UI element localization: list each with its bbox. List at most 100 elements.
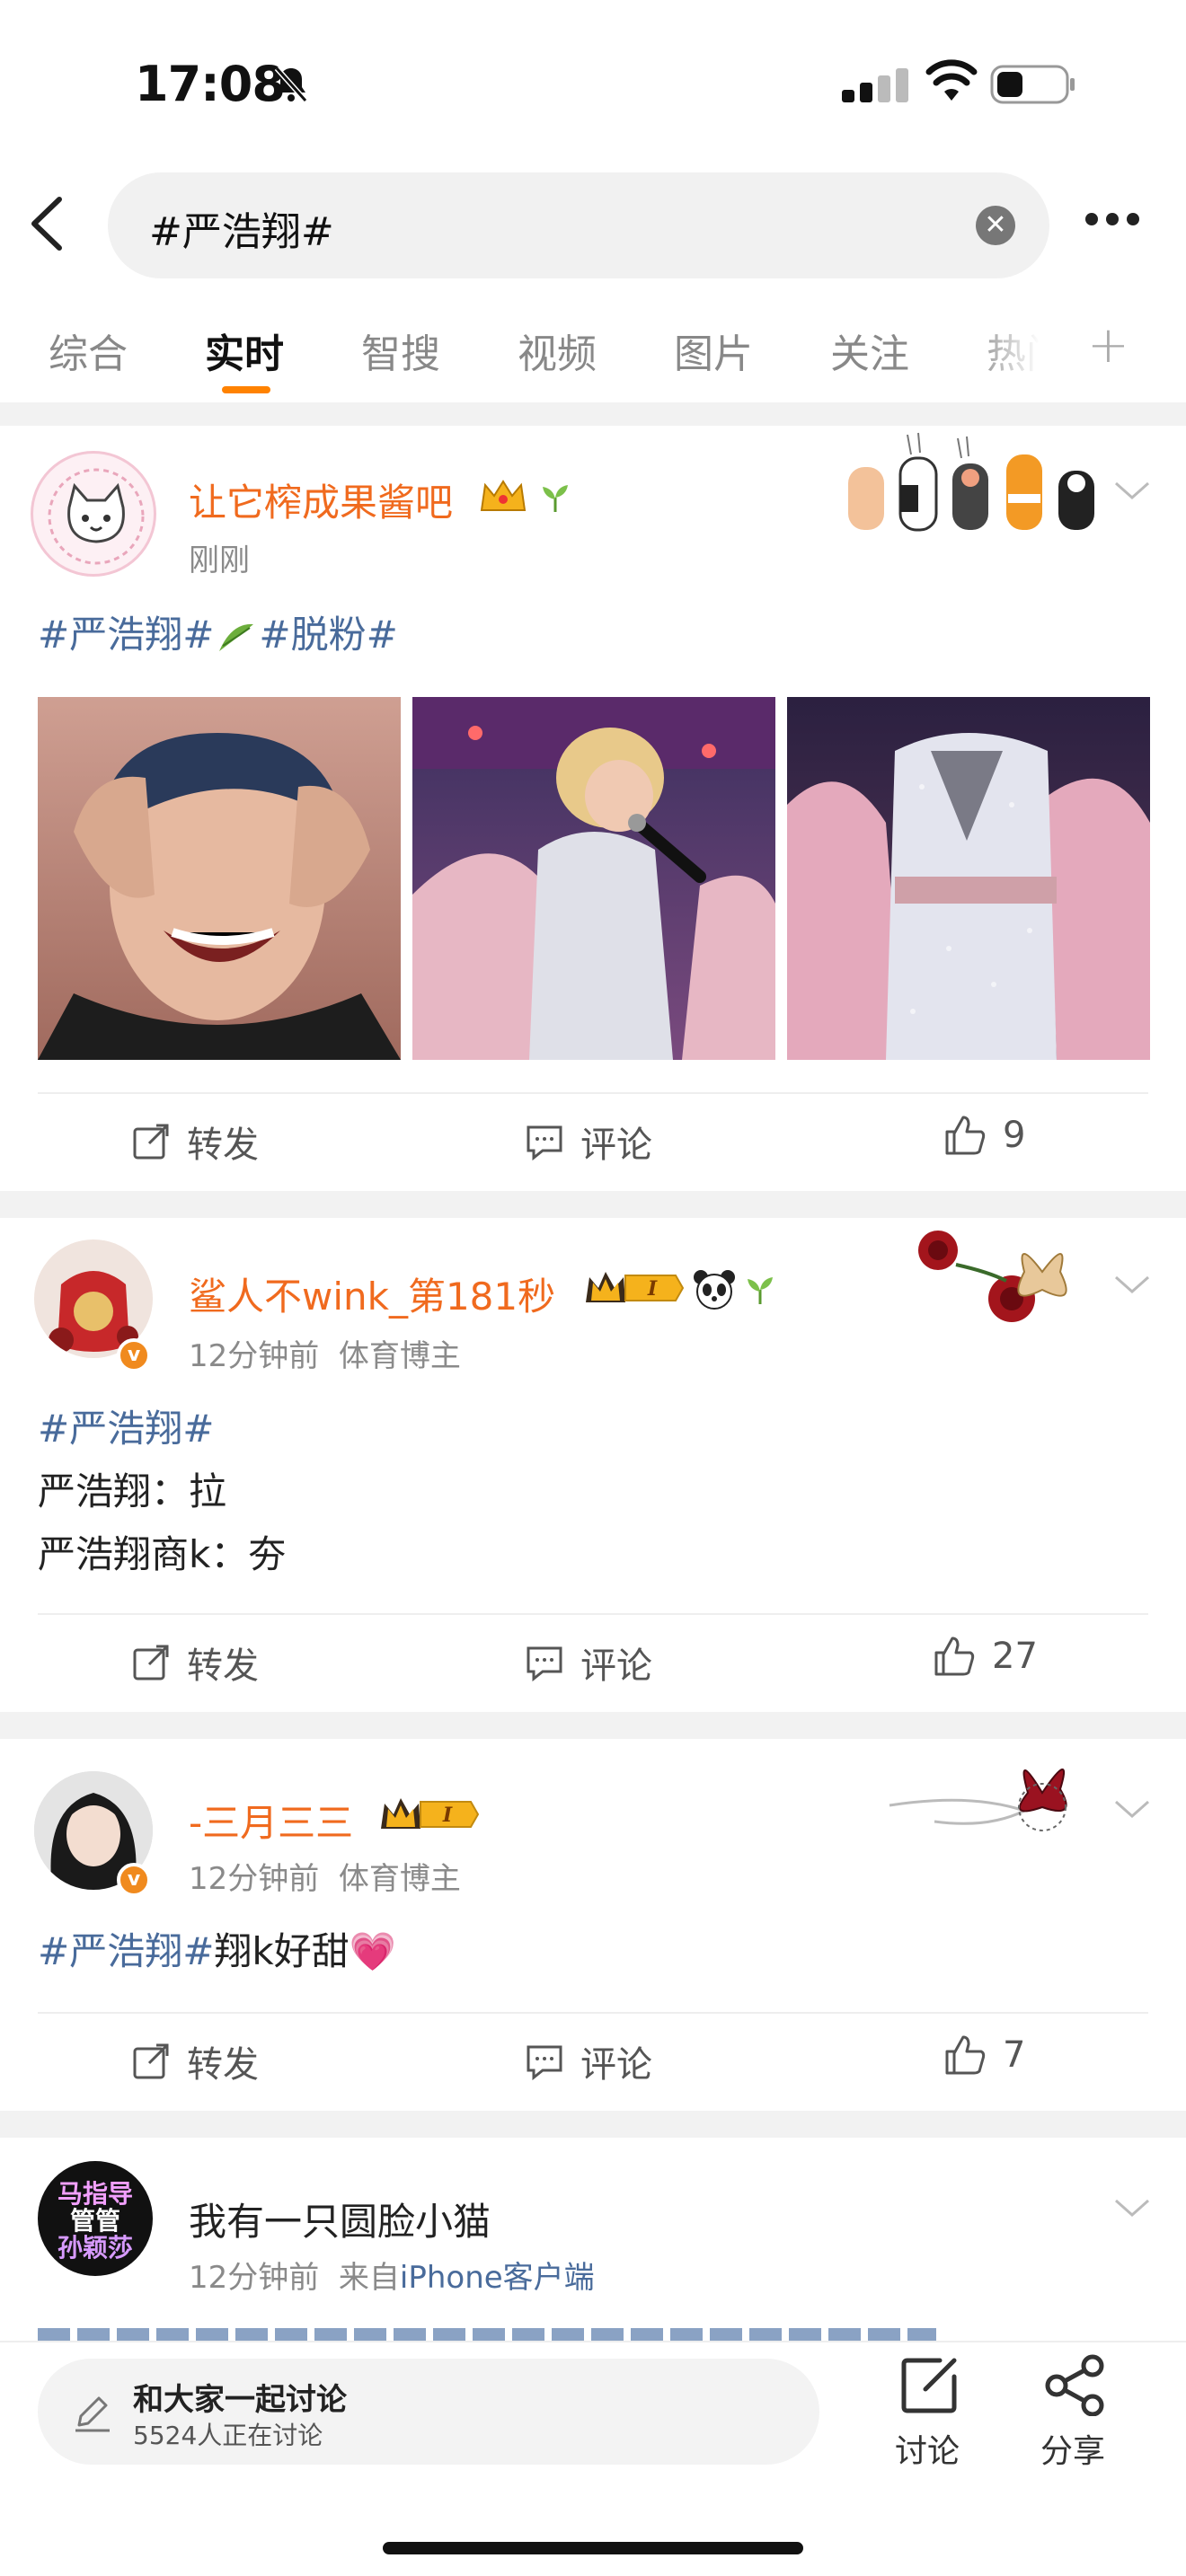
- panda-icon: [694, 1270, 735, 1310]
- post-text: #严浩翔#翔k好甜💗: [38, 1920, 396, 1983]
- divider: [0, 2111, 1186, 2138]
- tab-following[interactable]: 关注: [830, 322, 909, 379]
- hashtag-link[interactable]: #脱粉#: [259, 613, 397, 657]
- divider: [38, 1092, 1148, 1094]
- username[interactable]: 我有一只圆脸小猫: [189, 2192, 491, 2246]
- tab-images[interactable]: 图片: [674, 322, 753, 379]
- share-button-label[interactable]: 分享: [1040, 2425, 1105, 2472]
- sprout-icon: [543, 485, 568, 512]
- crown-badge-icon: [480, 480, 527, 511]
- sprout-icon: [748, 1277, 773, 1304]
- user-tag: 体育博主: [338, 1861, 461, 1897]
- person-laughing-photo: [38, 733, 401, 1060]
- chevron-down-icon[interactable]: [1112, 1272, 1152, 1297]
- post-line: 严浩翔商k：夯: [38, 1532, 287, 1576]
- sparkly-outfit-photo: [787, 733, 1150, 1060]
- source-link[interactable]: iPhone客户端: [400, 2260, 595, 2296]
- avatar-text: 管管: [69, 2206, 120, 2236]
- search-query[interactable]: #严浩翔#: [149, 199, 334, 257]
- verified-badge-icon: v: [117, 1338, 151, 1372]
- more-options-icon[interactable]: [1085, 212, 1148, 239]
- truncated-text-edge: [38, 2328, 1026, 2341]
- repost-icon: [133, 1124, 169, 1160]
- pencil-icon: [75, 2396, 110, 2432]
- post-image[interactable]: [38, 697, 401, 1060]
- comment-icon: [527, 2045, 562, 2081]
- avatar-text: 马指导: [57, 2179, 133, 2209]
- status-time: 17:08: [135, 56, 286, 112]
- discuss-count: 5524人正在讨论: [133, 2421, 323, 2450]
- screen: 17:08 #严浩翔# ✕ 综合 实时 智搜 视频 图片 关注 热门 +: [0, 0, 1186, 2576]
- comment-icon: [527, 1125, 562, 1161]
- thumbs-up-icon: [945, 2035, 986, 2075]
- comment-label: 评论: [580, 1125, 652, 1166]
- post-time: 刚刚: [189, 543, 250, 578]
- repost-label: 转发: [187, 2044, 259, 2086]
- repost-icon: [133, 2043, 169, 2079]
- post-meta: 12分钟前 来自iPhone客户端: [189, 2253, 595, 2297]
- repost-button[interactable]: 转发: [131, 1116, 259, 1168]
- tab-realtime[interactable]: 实时: [205, 322, 284, 379]
- post-text: #严浩翔# 严浩翔：拉 严浩翔商k：夯: [38, 1398, 286, 1586]
- clear-icon[interactable]: ✕: [976, 206, 1015, 245]
- post-time: 12分钟前: [189, 1861, 320, 1897]
- like-button[interactable]: 7: [943, 2033, 1025, 2077]
- divider: [0, 1191, 1186, 1218]
- comment-label: 评论: [580, 2044, 652, 2086]
- username[interactable]: -三月三三: [189, 1793, 353, 1848]
- chevron-down-icon[interactable]: [1112, 2195, 1152, 2220]
- compose-icon[interactable]: [898, 2353, 961, 2416]
- comment-label: 评论: [580, 1645, 652, 1687]
- tab-fade: [970, 305, 1069, 395]
- cat-paws-decoration: [848, 432, 1094, 532]
- post-line: 严浩翔：拉: [38, 1469, 227, 1513]
- hashtag-link[interactable]: #严浩翔#: [38, 1929, 214, 1973]
- post-text: #严浩翔# #脱粉#: [38, 604, 398, 666]
- like-button[interactable]: 9: [943, 1114, 1025, 1157]
- battery-icon: [990, 65, 1075, 104]
- cellular-signal-icon: [842, 68, 908, 102]
- chevron-down-icon[interactable]: [1112, 478, 1152, 503]
- discuss-title: 和大家一起讨论: [133, 2382, 347, 2418]
- tab-smart-search[interactable]: 智搜: [361, 322, 440, 379]
- thumbs-up-icon: [934, 1636, 975, 1676]
- repost-button[interactable]: 转发: [131, 2035, 259, 2087]
- post-time: 12分钟前: [189, 1338, 320, 1374]
- divider: [0, 402, 1186, 426]
- add-tab-icon[interactable]: +: [1087, 316, 1129, 375]
- tab-comprehensive[interactable]: 综合: [49, 322, 128, 379]
- svg-text:I: I: [442, 1804, 453, 1827]
- stage-performer-photo: [412, 697, 775, 1060]
- hashtag-link[interactable]: #严浩翔#: [38, 1407, 214, 1451]
- post-meta: 12分钟前 体育博主: [189, 1854, 461, 1898]
- avatar[interactable]: 马指导 管管 孙颖莎: [38, 2161, 153, 2276]
- divider: [0, 1712, 1186, 1739]
- post-meta: 12分钟前 体育博主: [189, 1331, 461, 1375]
- discuss-button-label[interactable]: 讨论: [895, 2425, 960, 2472]
- vip-level-badge-icon: I: [381, 1798, 480, 1829]
- like-button[interactable]: 27: [933, 1635, 1038, 1678]
- back-arrow-icon[interactable]: [23, 192, 68, 255]
- like-count: 27: [992, 1636, 1038, 1677]
- hashtag-link[interactable]: #严浩翔#: [38, 613, 214, 657]
- post-image[interactable]: [412, 697, 775, 1060]
- bell-muted-icon: [274, 66, 308, 102]
- share-icon[interactable]: [1042, 2353, 1109, 2416]
- repost-button[interactable]: 转发: [131, 1636, 259, 1689]
- avatar[interactable]: [31, 451, 156, 577]
- comment-icon: [527, 1646, 562, 1682]
- comment-button[interactable]: 评论: [525, 1636, 652, 1689]
- comment-button[interactable]: 评论: [525, 2035, 652, 2087]
- username[interactable]: 让它榨成果酱吧: [189, 472, 453, 527]
- post-image[interactable]: [787, 697, 1150, 1060]
- avatar-text: 孙颖莎: [57, 2233, 133, 2263]
- like-count: 9: [1003, 1115, 1026, 1156]
- tab-video[interactable]: 视频: [518, 322, 597, 379]
- repost-icon: [133, 1645, 169, 1681]
- thumbs-up-icon: [945, 1116, 986, 1155]
- username[interactable]: 鲨人不wink_第181秒: [189, 1266, 555, 1321]
- repost-label: 转发: [187, 1125, 259, 1166]
- chevron-down-icon[interactable]: [1112, 1796, 1152, 1822]
- roses-butterfly-decoration: [918, 1231, 1067, 1322]
- comment-button[interactable]: 评论: [525, 1116, 652, 1168]
